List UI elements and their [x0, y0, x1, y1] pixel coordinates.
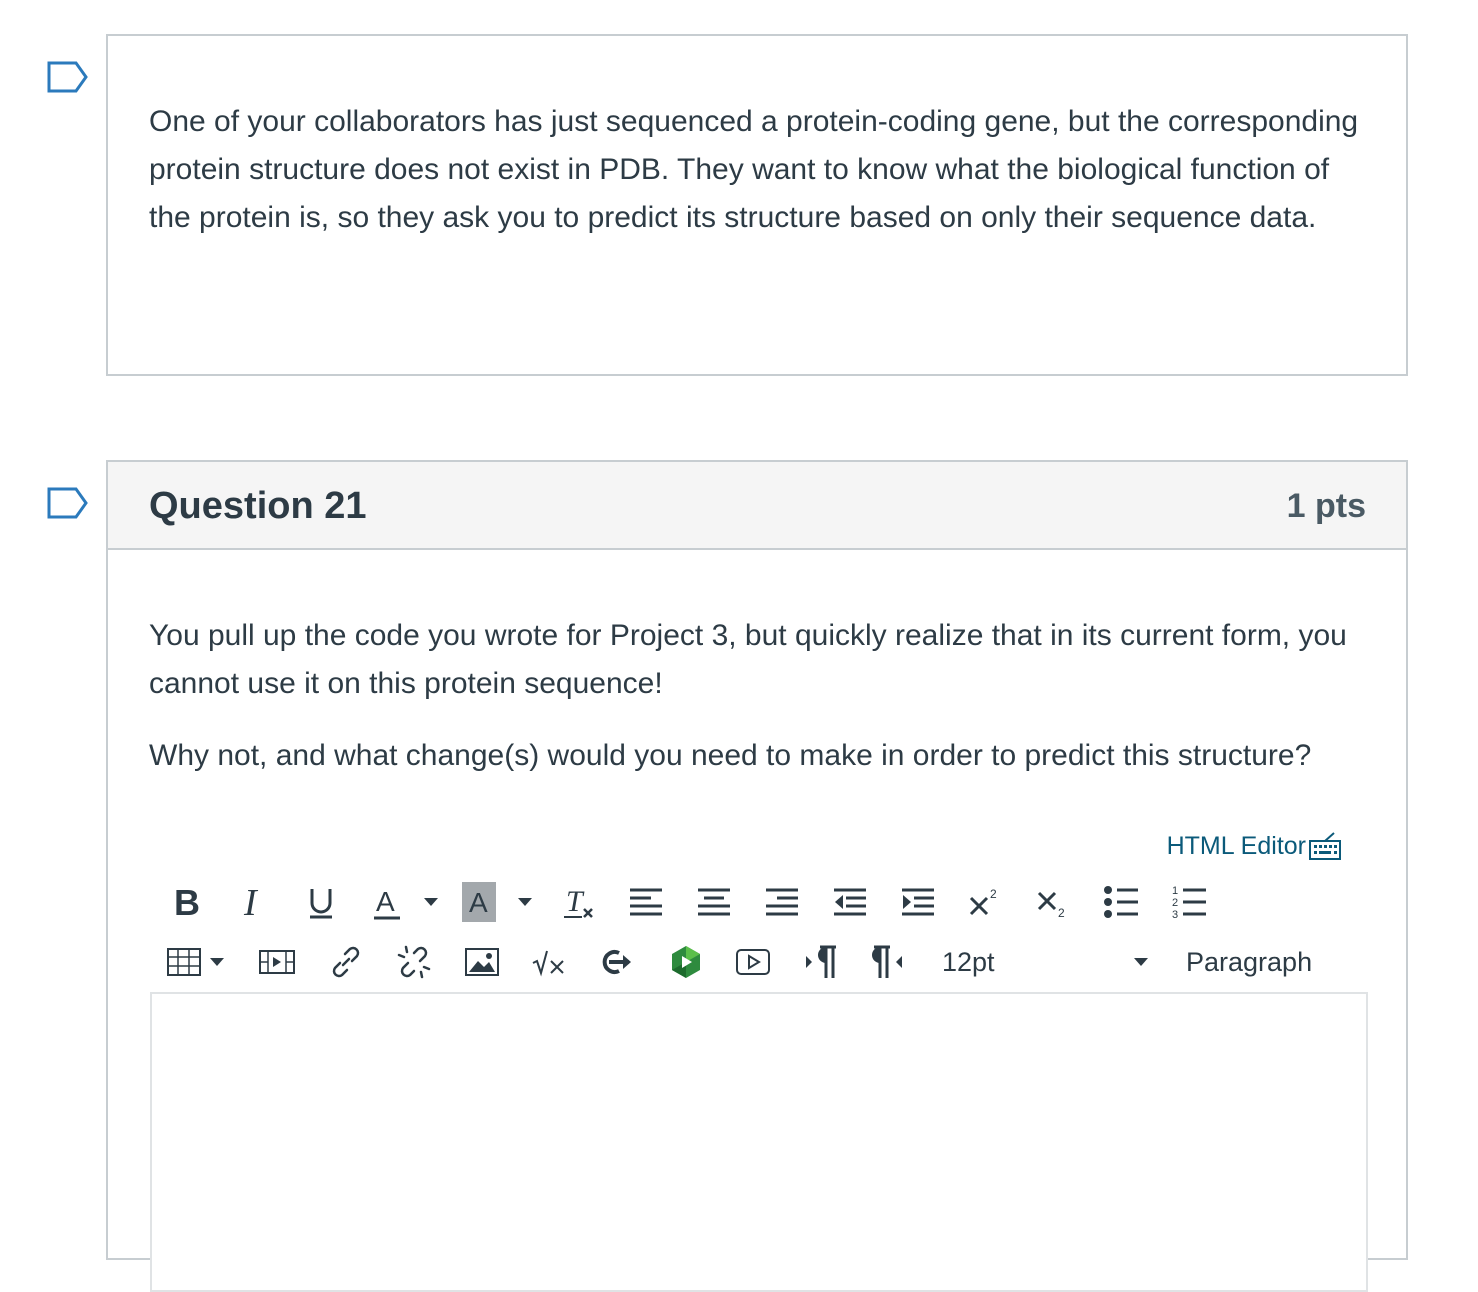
question-points: 1 pts	[1286, 487, 1366, 525]
bold-button[interactable]: B	[166, 880, 204, 924]
text-color-dropdown-arrow[interactable]	[424, 898, 438, 906]
unlink-button[interactable]	[396, 942, 432, 982]
text-color-icon: A	[374, 886, 400, 920]
bullet-list-button[interactable]	[1102, 882, 1140, 922]
align-left-icon	[630, 888, 662, 916]
previous-question-text: One of your collaborators has just seque…	[149, 105, 1359, 234]
svg-text:A: A	[376, 886, 395, 917]
apps-button[interactable]	[666, 940, 706, 984]
align-right-icon	[766, 888, 798, 916]
table-dropdown-arrow[interactable]	[210, 958, 224, 966]
image-button[interactable]	[464, 944, 500, 980]
svg-text:3: 3	[1172, 909, 1178, 920]
italic-icon: I	[243, 884, 259, 920]
unlink-icon	[397, 945, 431, 979]
embed-icon	[602, 950, 631, 974]
table-icon	[167, 948, 201, 976]
equation-icon	[532, 950, 564, 977]
block-format-select[interactable]: Paragraph	[1186, 942, 1312, 982]
background-color-button[interactable]: A	[462, 882, 496, 922]
indent-icon	[902, 888, 934, 916]
text-color-button[interactable]: A	[368, 880, 406, 924]
bullet-list-icon	[1104, 886, 1138, 918]
question-header: Question 21 1 pts	[108, 462, 1406, 550]
apps-icon	[672, 946, 700, 978]
subscript-icon: 2	[1037, 891, 1065, 920]
video-button[interactable]	[734, 944, 772, 980]
outdent-icon	[834, 888, 866, 916]
superscript-icon: 2	[969, 887, 997, 916]
ltr-button[interactable]	[802, 942, 840, 982]
flag-icon	[47, 61, 88, 93]
svg-text:B: B	[174, 884, 200, 920]
html-editor-label: HTML Editor	[1166, 832, 1306, 860]
align-right-button[interactable]	[764, 882, 800, 922]
link-icon	[332, 946, 360, 978]
previous-question-card: One of your collaborators has just seque…	[106, 34, 1408, 376]
flag-icon	[47, 487, 88, 519]
table-button[interactable]	[166, 944, 202, 980]
video-icon	[736, 949, 770, 975]
question-title: Question 21	[149, 485, 367, 527]
flag-question-21-button[interactable]	[46, 486, 90, 520]
align-center-button[interactable]	[696, 882, 732, 922]
font-size-select[interactable]: 12pt	[942, 942, 1142, 982]
html-editor-link[interactable]: HTML Editor	[1167, 826, 1342, 866]
question-21-card: Question 21 1 pts You pull up the code y…	[106, 460, 1408, 1292]
numbered-list-icon: 123	[1172, 885, 1206, 920]
svg-text:A: A	[469, 887, 488, 918]
embed-button[interactable]	[598, 942, 636, 982]
ltr-icon	[806, 945, 836, 978]
background-color-icon: A	[469, 887, 488, 918]
question-paragraph-1: You pull up the code you wrote for Proje…	[149, 619, 1347, 700]
subscript-button[interactable]: 2	[1034, 880, 1072, 924]
clear-formatting-button[interactable]: T	[560, 880, 598, 924]
svg-text:2: 2	[990, 887, 997, 901]
rich-text-editor-area[interactable]	[150, 992, 1368, 1292]
svg-text:I: I	[243, 884, 259, 920]
italic-button[interactable]: I	[234, 880, 272, 924]
block-format-value: Paragraph	[1186, 947, 1313, 977]
outdent-button[interactable]	[832, 882, 868, 922]
equation-button[interactable]	[530, 942, 570, 982]
align-left-button[interactable]	[628, 882, 664, 922]
keyboard-icon	[1309, 832, 1341, 860]
background-color-dropdown-arrow[interactable]	[518, 898, 532, 906]
rtl-button[interactable]	[868, 942, 906, 982]
link-button[interactable]	[328, 942, 364, 982]
font-size-dropdown-arrow[interactable]	[1134, 958, 1148, 966]
question-paragraph-2: Why not, and what change(s) would you ne…	[149, 739, 1312, 772]
flag-question-button[interactable]	[46, 60, 90, 94]
media-button[interactable]	[258, 944, 296, 980]
image-icon	[465, 948, 499, 976]
superscript-button[interactable]: 2	[966, 880, 1004, 924]
indent-button[interactable]	[900, 882, 936, 922]
align-center-icon	[698, 888, 730, 916]
media-icon	[259, 950, 295, 974]
underline-icon	[310, 889, 332, 919]
svg-text:2: 2	[1058, 906, 1065, 920]
underline-button[interactable]	[302, 880, 340, 924]
svg-text:2: 2	[1172, 897, 1178, 909]
numbered-list-button[interactable]: 123	[1170, 882, 1208, 922]
svg-text:T: T	[566, 885, 585, 918]
font-size-value: 12pt	[942, 947, 995, 977]
svg-text:1: 1	[1172, 885, 1178, 897]
clear-formatting-icon: T	[564, 885, 593, 918]
rtl-icon	[872, 945, 902, 978]
bold-icon: B	[174, 884, 200, 920]
